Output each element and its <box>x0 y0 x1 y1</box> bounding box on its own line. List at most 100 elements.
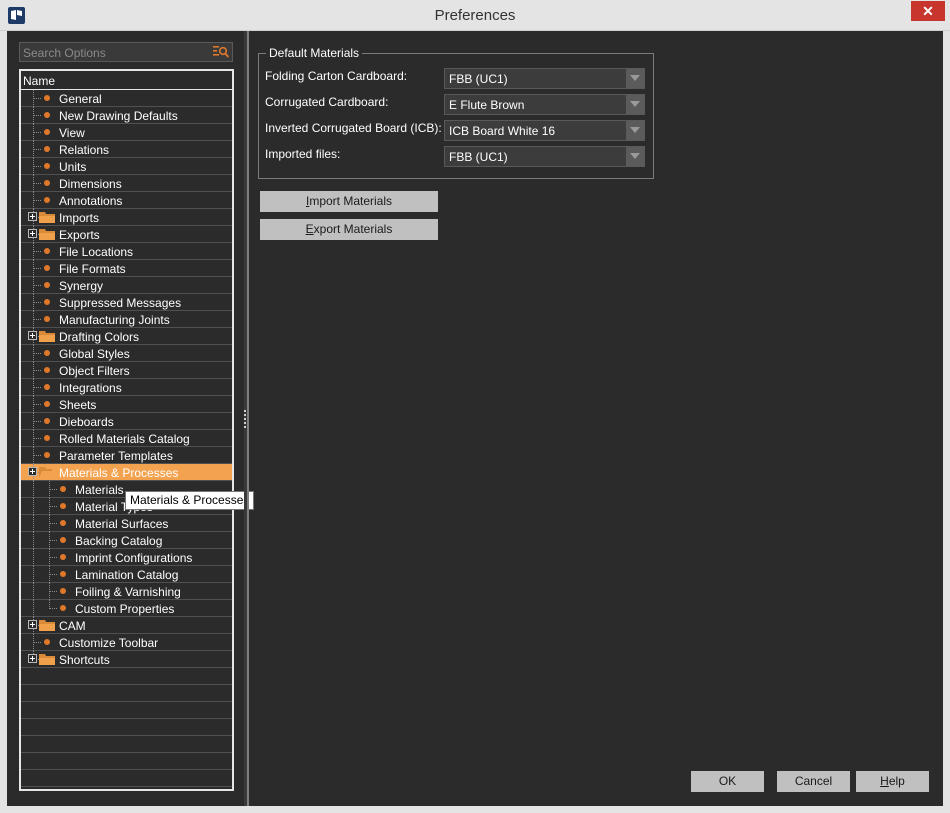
dropdown-arrow-icon[interactable] <box>626 147 644 166</box>
tree-item[interactable]: Synergy <box>21 277 232 294</box>
tree-guide-line <box>33 319 41 320</box>
empty-tree-row <box>21 736 232 753</box>
ok-button[interactable]: OK <box>691 771 764 792</box>
tree-item[interactable]: Units <box>21 158 232 175</box>
tree-item[interactable]: Imprint Configurations <box>21 549 232 566</box>
splitter-grip-icon[interactable] <box>244 410 247 430</box>
icb-select[interactable]: ICB Board White 16 <box>444 120 645 141</box>
tree-item[interactable]: Materials & Processes <box>21 464 232 481</box>
tree-item[interactable]: View <box>21 124 232 141</box>
folder-icon <box>39 330 56 343</box>
folding-carton-select[interactable]: FBB (UC1) <box>444 68 645 89</box>
tree-item[interactable]: Global Styles <box>21 345 232 362</box>
help-mnemonic: H <box>880 774 889 788</box>
tree-item[interactable]: Exports <box>21 226 232 243</box>
bullet-icon <box>44 129 50 135</box>
imported-files-label: Imported files: <box>265 147 341 161</box>
expand-toggle-icon[interactable] <box>28 467 37 476</box>
folding-carton-label: Folding Carton Cardboard: <box>265 69 408 83</box>
tree-item-label: Shortcuts <box>59 653 110 667</box>
tree-item-label: Dieboards <box>59 415 114 429</box>
export-materials-button[interactable]: Export Materials <box>260 219 438 240</box>
tree-item[interactable]: Annotations <box>21 192 232 209</box>
tree-guide-line <box>33 370 41 371</box>
tree-item[interactable]: New Drawing Defaults <box>21 107 232 124</box>
expand-toggle-icon[interactable] <box>28 212 37 221</box>
tree-guide-line <box>49 591 57 592</box>
imported-files-select[interactable]: FBB (UC1) <box>444 146 645 167</box>
tree-item[interactable]: Rolled Materials Catalog <box>21 430 232 447</box>
tree-item[interactable]: Suppressed Messages <box>21 294 232 311</box>
corrugated-value: E Flute Brown <box>449 98 525 112</box>
corrugated-select[interactable]: E Flute Brown <box>444 94 645 115</box>
tree-item-label: Customize Toolbar <box>59 636 159 650</box>
tree-item[interactable]: Drafting Colors <box>21 328 232 345</box>
expand-toggle-icon[interactable] <box>28 331 37 340</box>
tree-item-label: File Locations <box>59 245 134 259</box>
tree-item[interactable]: Customize Toolbar <box>21 634 232 651</box>
bullet-icon <box>60 588 66 594</box>
tree-item[interactable]: Shortcuts <box>21 651 232 668</box>
tree-item[interactable]: Manufacturing Joints <box>21 311 232 328</box>
expand-toggle-icon[interactable] <box>28 654 37 663</box>
folder-icon <box>39 211 56 224</box>
tree-item[interactable]: Parameter Templates <box>21 447 232 464</box>
window-frame-right <box>943 31 950 813</box>
dropdown-arrow-icon[interactable] <box>626 121 644 140</box>
bullet-icon <box>44 197 50 203</box>
bullet-icon <box>44 146 50 152</box>
tree-item[interactable]: File Formats <box>21 260 232 277</box>
tree-item-label: Imports <box>59 211 100 225</box>
empty-tree-row <box>21 685 232 702</box>
tree-item[interactable]: Integrations <box>21 379 232 396</box>
bullet-icon <box>44 248 50 254</box>
icb-label: Inverted Corrugated Board (ICB): <box>265 121 442 135</box>
tree-item[interactable]: Dimensions <box>21 175 232 192</box>
tree-item[interactable]: Material Surfaces <box>21 515 232 532</box>
tree-item[interactable]: Sheets <box>21 396 232 413</box>
tree-item-label: Rolled Materials Catalog <box>59 432 190 446</box>
tree-guide-line <box>33 438 41 439</box>
tree-item[interactable]: File Locations <box>21 243 232 260</box>
tree-item[interactable]: Backing Catalog <box>21 532 232 549</box>
tree-item[interactable]: Foiling & Varnishing <box>21 583 232 600</box>
bullet-icon <box>44 367 50 373</box>
window-frame-bottom <box>0 806 950 813</box>
bullet-icon <box>44 180 50 186</box>
folding-carton-value: FBB (UC1) <box>449 72 508 86</box>
bullet-icon <box>60 605 66 611</box>
search-icon[interactable] <box>213 45 229 59</box>
tree-item-label: Synergy <box>59 279 104 293</box>
tree-guide-line <box>33 200 41 201</box>
bullet-icon <box>44 299 50 305</box>
tree-guide-line <box>33 183 41 184</box>
import-materials-button[interactable]: Import Materials <box>260 191 438 212</box>
help-button[interactable]: Help <box>856 771 929 792</box>
search-input[interactable] <box>23 45 208 60</box>
tree-item-label: Parameter Templates <box>59 449 173 463</box>
tree-item[interactable]: Lamination Catalog <box>21 566 232 583</box>
tree-guide-line <box>49 608 57 609</box>
tree-item-label: Dimensions <box>59 177 122 191</box>
tree-guide-line <box>33 421 41 422</box>
expand-toggle-icon[interactable] <box>28 620 37 629</box>
dropdown-arrow-icon[interactable] <box>626 69 644 88</box>
dropdown-arrow-icon[interactable] <box>626 95 644 114</box>
bullet-icon <box>44 282 50 288</box>
expand-toggle-icon[interactable] <box>28 229 37 238</box>
cancel-button[interactable]: Cancel <box>777 771 850 792</box>
tree-item-label: New Drawing Defaults <box>59 109 178 123</box>
tree-header: Name <box>21 71 232 90</box>
empty-tree-row <box>21 753 232 770</box>
tree-item[interactable]: CAM <box>21 617 232 634</box>
tree-item[interactable]: Object Filters <box>21 362 232 379</box>
bullet-icon <box>44 265 50 271</box>
options-tree: Name General New Drawing Defaults View Rela… <box>19 69 234 791</box>
close-button[interactable]: ✕ <box>911 1 945 21</box>
tree-item[interactable]: General <box>21 90 232 107</box>
tree-item[interactable]: Dieboards <box>21 413 232 430</box>
tree-item[interactable]: Relations <box>21 141 232 158</box>
corrugated-label: Corrugated Cardboard: <box>265 95 389 109</box>
tree-item[interactable]: Imports <box>21 209 232 226</box>
tree-item[interactable]: Custom Properties <box>21 600 232 617</box>
